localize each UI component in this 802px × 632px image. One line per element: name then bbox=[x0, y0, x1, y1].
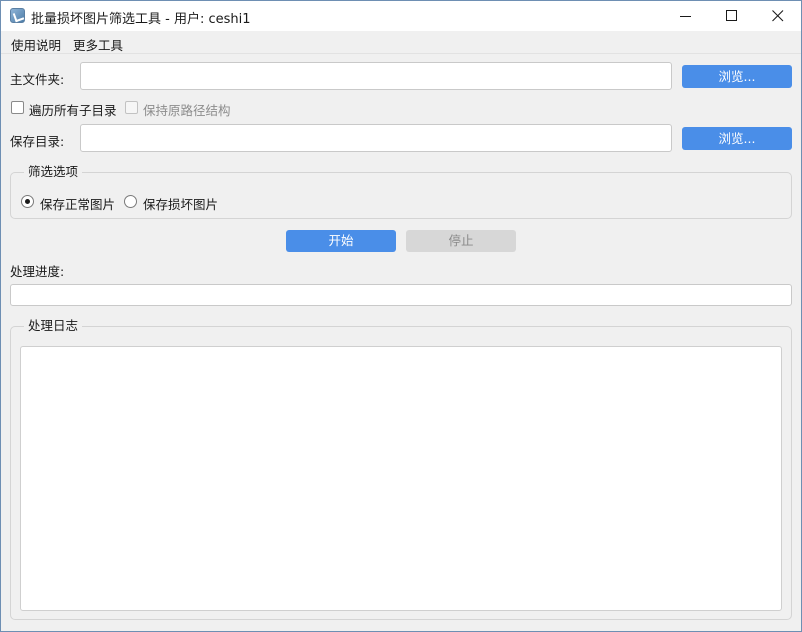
keep-structure-checkbox[interactable] bbox=[125, 101, 138, 114]
save-browse-button[interactable]: 浏览... bbox=[682, 127, 792, 150]
keep-structure-label: 保持原路径结构 bbox=[143, 103, 231, 118]
app-window: 批量损坏图片筛选工具 - 用户: ceshi1 使用说明 更多工具 主文件夹: … bbox=[0, 0, 802, 632]
close-icon bbox=[772, 10, 784, 22]
maximize-icon bbox=[726, 10, 737, 21]
app-icon bbox=[10, 8, 25, 23]
log-title: 处理日志 bbox=[24, 315, 83, 334]
stop-button[interactable]: 停止 bbox=[406, 230, 516, 252]
source-folder-input[interactable] bbox=[80, 62, 672, 90]
source-folder-label: 主文件夹: bbox=[10, 72, 65, 87]
traverse-subdirs-label: 遍历所有子目录 bbox=[29, 103, 117, 118]
minimize-icon bbox=[680, 16, 691, 17]
radio-selected-dot bbox=[25, 199, 30, 204]
save-normal-radio[interactable] bbox=[21, 195, 34, 208]
close-button[interactable] bbox=[755, 1, 801, 31]
menu-item-instructions[interactable]: 使用说明 bbox=[11, 35, 61, 54]
menu-bar: 使用说明 更多工具 bbox=[1, 31, 801, 54]
filter-options-title: 筛选选项 bbox=[24, 161, 83, 180]
minimize-button[interactable] bbox=[663, 1, 709, 31]
window-title: 批量损坏图片筛选工具 - 用户: ceshi1 bbox=[31, 12, 251, 27]
log-textarea[interactable] bbox=[20, 346, 782, 611]
start-button[interactable]: 开始 bbox=[286, 230, 396, 252]
menu-item-more-tools[interactable]: 更多工具 bbox=[73, 35, 123, 54]
save-damaged-radio[interactable] bbox=[124, 195, 137, 208]
save-dir-input[interactable] bbox=[80, 124, 672, 152]
title-bar: 批量损坏图片筛选工具 - 用户: ceshi1 bbox=[1, 1, 801, 31]
maximize-button[interactable] bbox=[709, 1, 755, 31]
traverse-subdirs-checkbox[interactable] bbox=[11, 101, 24, 114]
progress-bar bbox=[10, 284, 792, 306]
source-browse-button[interactable]: 浏览... bbox=[682, 65, 792, 88]
progress-label: 处理进度: bbox=[10, 264, 65, 279]
save-dir-label: 保存目录: bbox=[10, 134, 65, 149]
save-damaged-label: 保存损坏图片 bbox=[143, 197, 219, 212]
save-normal-label: 保存正常图片 bbox=[40, 197, 116, 212]
